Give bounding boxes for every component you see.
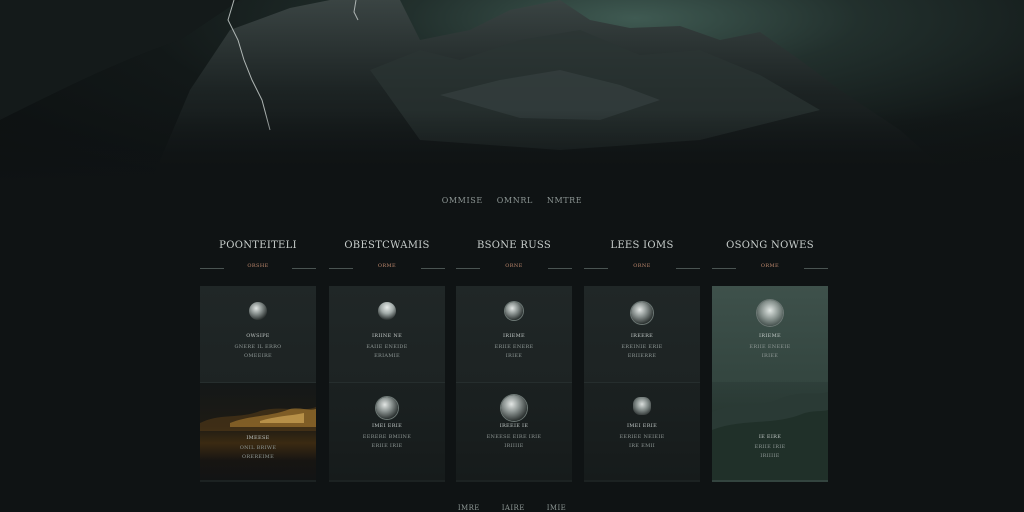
nav-item[interactable]: OMMISE xyxy=(442,196,483,205)
card-meta: IRIIIIE xyxy=(760,453,780,459)
column-title: OSONG NOWES xyxy=(726,240,814,251)
card-subtitle: EERIEE NEIEIE xyxy=(619,434,665,440)
pager-item[interactable]: IAIRE xyxy=(502,504,525,512)
misty-hills-image xyxy=(712,392,828,480)
column-divider: ORME xyxy=(329,263,445,273)
card-bottom-panel[interactable]: IMEESE ONIL BRIWE OREREIME xyxy=(200,382,316,480)
moon-orb-icon xyxy=(631,302,653,324)
card-subtitle: ERIIE IRIE xyxy=(754,444,786,450)
card-subtitle: ERIIE ENERE xyxy=(494,344,534,350)
hero-banner xyxy=(0,0,1024,184)
card[interactable]: IRIEME ERIIE ENEEIE IRIEE IE EIRE ERIIE … xyxy=(712,286,828,482)
column-title: OBESTCWAMIS xyxy=(344,240,430,251)
column-divider: ORNE xyxy=(584,263,700,273)
card-meta: ERIIERRE xyxy=(627,353,657,359)
moon-orb-icon xyxy=(505,302,523,320)
moon-orb-icon xyxy=(501,395,527,421)
card-meta: IRIEE xyxy=(505,353,523,359)
nav-item[interactable]: OMNRL xyxy=(497,196,533,205)
column-header: OSONG NOWES ORME xyxy=(712,240,828,273)
card-bottom-panel[interactable]: IREEIE IE ENEESE EIRE IRIE IRIIIIE xyxy=(456,382,572,480)
column-header: POONTEITELI ORSHE xyxy=(200,240,316,273)
pager-item[interactable]: IMRE xyxy=(458,504,480,512)
pager-item[interactable]: IMIE xyxy=(547,504,566,512)
card[interactable]: OWSIPE GNERE IL ERRO OMEEIRE IMEESE ONIL… xyxy=(200,286,316,482)
card-top-panel[interactable]: IREERE EREINIE ERIE ERIIERRE xyxy=(584,286,700,384)
card-meta: OREREIME xyxy=(241,454,275,460)
column-divider: ORME xyxy=(712,263,828,273)
card-heading: IMEI ERIE xyxy=(371,423,403,429)
card-subtitle: EREINIE ERIE xyxy=(621,344,663,350)
card-subtitle: ERIIE ENEEIE xyxy=(749,344,791,350)
card[interactable]: IREERE EREINIE ERIE ERIIERRE IMEI ERIE E… xyxy=(584,286,700,482)
column-title: POONTEITELI xyxy=(219,240,297,251)
card-top-panel[interactable]: OWSIPE GNERE IL ERRO OMEEIRE xyxy=(200,286,316,384)
card-subtitle: EERERE BMIINE xyxy=(362,434,412,440)
card-bottom-panel[interactable]: IMEI ERIE EERIEE NEIEIE IRE EMII xyxy=(584,382,700,480)
card-heading: IE EIRE xyxy=(758,434,782,440)
column-title: LEES IOMS xyxy=(610,240,674,251)
card-bottom-panel[interactable]: IMEI ERIE EERERE BMIINE ERIIE IRIE xyxy=(329,382,445,480)
skull-icon xyxy=(378,302,396,320)
fire-landscape-image xyxy=(200,407,316,431)
card-subtitle: ONIL BRIWE xyxy=(239,445,277,451)
top-navigation: OMMISE OMNRL NMTRE xyxy=(0,196,1024,205)
card-meta: ERIIE IRIE xyxy=(371,443,403,449)
card-heading: OWSIPE xyxy=(246,333,270,339)
column-divider: ORSHE xyxy=(200,263,316,273)
card-meta: IRIIIIE xyxy=(504,443,524,449)
card-heading: IMEESE xyxy=(246,435,270,441)
card-top-panel[interactable]: IRIEME ERIIE ENEEIE IRIEE xyxy=(712,286,828,384)
card-heading: IREEIE IE xyxy=(499,423,529,429)
card-meta: ERIAMIE xyxy=(374,353,400,359)
card-heading: IRIEME xyxy=(503,333,525,339)
figure-icon xyxy=(633,397,651,415)
card[interactable]: IRIINE NE EAIIE ENEIDE ERIAMIE IMEI ERIE… xyxy=(329,286,445,482)
globe-icon xyxy=(376,397,398,419)
card-meta: IRIEE xyxy=(761,353,779,359)
card-heading: IMEI ERIE xyxy=(626,423,658,429)
card[interactable]: IRIEME ERIIE ENERE IRIEE IREEIE IE ENEES… xyxy=(456,286,572,482)
column-header: LEES IOMS ORNE xyxy=(584,240,700,273)
moon-orb-icon xyxy=(249,302,267,320)
mountain-illustration xyxy=(0,0,1024,184)
card-heading: IRIEME xyxy=(759,333,781,339)
card-heading: IRIINE NE xyxy=(371,333,403,339)
card-meta: IRE EMII xyxy=(628,443,656,449)
card-top-panel[interactable]: IRIINE NE EAIIE ENEIDE ERIAMIE xyxy=(329,286,445,384)
card-meta: OMEEIRE xyxy=(243,353,272,359)
card-heading: IREERE xyxy=(630,333,654,339)
card-subtitle: GNERE IL ERRO xyxy=(234,344,282,350)
portrait-orb-icon xyxy=(757,300,783,326)
card-top-panel[interactable]: IRIEME ERIIE ENERE IRIEE xyxy=(456,286,572,384)
nav-item[interactable]: NMTRE xyxy=(547,196,582,205)
column-divider: ORNE xyxy=(456,263,572,273)
card-subtitle: ENEESE EIRE IRIE xyxy=(486,434,542,440)
card-bottom-panel[interactable]: IE EIRE ERIIE IRIE IRIIIIE xyxy=(712,382,828,480)
column-header: OBESTCWAMIS ORME xyxy=(329,240,445,273)
column-header: BSONE RUSS ORNE xyxy=(456,240,572,273)
column-title: BSONE RUSS xyxy=(476,240,552,251)
bottom-pager: IMRE IAIRE IMIE xyxy=(0,504,1024,512)
card-subtitle: EAIIE ENEIDE xyxy=(366,344,408,350)
